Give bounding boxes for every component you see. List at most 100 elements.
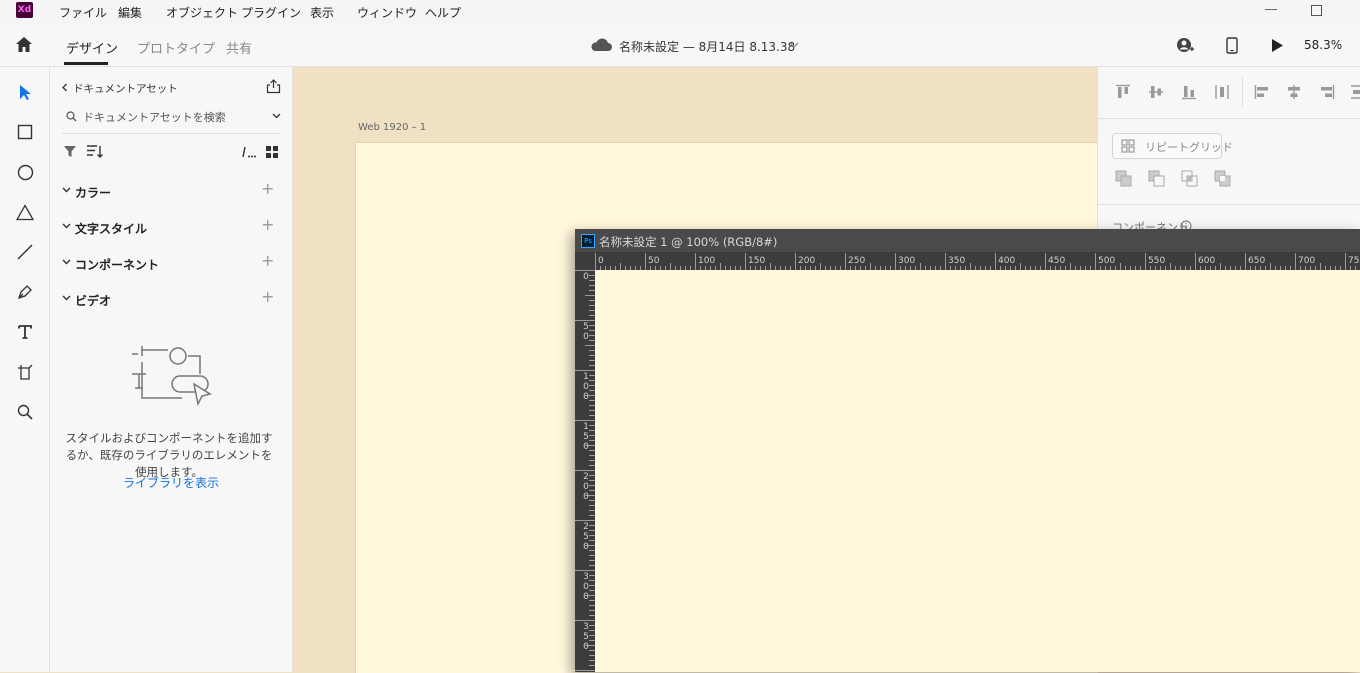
chevron-down-icon: [62, 223, 71, 229]
magnifier-icon: [17, 404, 33, 420]
rectangle-icon: [17, 124, 33, 140]
chevron-down-icon[interactable]: [272, 113, 281, 119]
ps-canvas[interactable]: [595, 270, 1360, 672]
menu-plugins[interactable]: プラグイン: [241, 4, 301, 21]
view-libraries-link[interactable]: ライブラリを表示: [50, 474, 292, 491]
text-tool[interactable]: [13, 320, 37, 344]
export-icon[interactable]: [266, 79, 281, 94]
ruler-label: 0: [583, 272, 589, 282]
zoom-tool[interactable]: [13, 400, 37, 424]
triangle-icon: [16, 203, 34, 220]
line-icon: [17, 244, 33, 260]
tab-design[interactable]: デザイン: [66, 38, 118, 57]
ruler-label: 250: [583, 522, 589, 552]
ruler-label: 400: [998, 256, 1016, 266]
home-icon[interactable]: [15, 36, 33, 53]
ruler-label: 200: [583, 472, 589, 502]
align-middle-icon[interactable]: [1148, 84, 1164, 100]
ruler-label: 350: [948, 256, 966, 266]
section-components[interactable]: コンポーネント +: [50, 251, 292, 273]
list-view-icon[interactable]: [241, 146, 257, 158]
artboard-tool[interactable]: [13, 360, 37, 384]
align-right-icon[interactable]: [1319, 84, 1335, 100]
active-tab-indicator: [64, 62, 108, 65]
align-bottom-icon[interactable]: [1181, 84, 1197, 100]
distribute-horizontal-icon[interactable]: [1214, 84, 1230, 100]
ruler-label: 0: [598, 256, 604, 266]
document-title[interactable]: 名称未設定 — 8月14日 8.13.38: [619, 38, 795, 55]
pen-icon: [17, 285, 32, 300]
chevron-down-icon: [62, 295, 71, 301]
divider: [1098, 118, 1360, 119]
toolbar: デザイン プロトタイプ 共有 名称未設定 — 8月14日 8.13.38 58.…: [0, 24, 1360, 67]
repeat-grid-label: リピートグリッド: [1145, 141, 1233, 154]
align-center-icon[interactable]: [1286, 84, 1302, 100]
line-tool[interactable]: [13, 240, 37, 264]
ps-titlebar[interactable]: Ps 名称未設定 1 @ 100% (RGB/8#): [575, 229, 1360, 253]
boolean-subtract-icon[interactable]: [1148, 170, 1165, 187]
ruler-label: 50: [583, 322, 589, 342]
artboard-icon: [18, 364, 33, 380]
boolean-intersect-icon[interactable]: [1181, 170, 1198, 187]
boolean-add-icon[interactable]: [1115, 170, 1132, 187]
menu-help[interactable]: ヘルプ: [425, 4, 461, 21]
pointer-icon: [20, 85, 31, 100]
maximize-icon[interactable]: [1311, 5, 1322, 16]
chevron-down-icon: [62, 187, 71, 193]
ruler-label: 200: [798, 256, 816, 266]
photoshop-document-window[interactable]: Ps 名称未設定 1 @ 100% (RGB/8#) 0 50 100 150 200 2…: [575, 229, 1360, 672]
sort-icon[interactable]: [86, 144, 103, 159]
play-icon[interactable]: [1271, 39, 1284, 52]
menu-window[interactable]: ウィンドウ: [357, 4, 417, 21]
vertical-ruler[interactable]: 0 50 100 150 200 250 300 350: [575, 270, 595, 672]
ps-document-title: 名称未設定 1 @ 100% (RGB/8#): [599, 235, 778, 249]
ruler-corner: [575, 253, 595, 270]
grid-view-icon[interactable]: [266, 146, 278, 158]
add-icon[interactable]: +: [261, 215, 274, 234]
ruler-label: 350: [583, 622, 589, 652]
section-character-styles[interactable]: 文字スタイル +: [50, 215, 292, 237]
menu-object[interactable]: オブジェクト: [166, 4, 238, 21]
rectangle-tool[interactable]: [13, 120, 37, 144]
polygon-tool[interactable]: [13, 200, 37, 224]
zoom-level[interactable]: 58.3%: [1304, 38, 1342, 52]
menu-file[interactable]: ファイル: [59, 4, 107, 21]
menu-edit[interactable]: 編集: [118, 4, 142, 21]
filter-icon[interactable]: [63, 145, 77, 158]
ruler-label: 100: [698, 256, 716, 266]
section-label: ビデオ: [75, 294, 112, 308]
chevron-left-icon[interactable]: [61, 83, 68, 92]
assets-back-label[interactable]: ドキュメントアセット: [73, 81, 178, 96]
ruler-label: 100: [583, 372, 589, 402]
align-top-icon[interactable]: [1115, 84, 1131, 100]
distribute-vertical-icon[interactable]: [1350, 84, 1360, 100]
horizontal-ruler[interactable]: 0 50 100 150 200 250 300 350 400 450 500 550 600 650 7…: [595, 253, 1360, 270]
select-tool[interactable]: [13, 80, 37, 104]
minimize-icon[interactable]: ―: [1265, 2, 1277, 16]
ruler-label: 700: [1298, 256, 1316, 266]
assets-empty-illustration-icon: [132, 346, 212, 407]
chevron-down-icon[interactable]: [789, 42, 799, 49]
add-icon[interactable]: +: [261, 287, 274, 306]
add-icon[interactable]: +: [261, 179, 274, 198]
device-preview-icon[interactable]: [1226, 37, 1238, 54]
menu-view[interactable]: 表示: [310, 4, 334, 21]
align-left-icon[interactable]: [1254, 84, 1270, 100]
boolean-exclude-icon[interactable]: [1214, 170, 1231, 187]
section-colors[interactable]: カラー +: [50, 179, 292, 201]
ruler-label: 150: [748, 256, 766, 266]
section-video[interactable]: ビデオ +: [50, 287, 292, 309]
artboard-label[interactable]: Web 1920 – 1: [358, 122, 426, 133]
ruler-label: 50: [648, 256, 660, 266]
repeat-grid-button[interactable]: リピートグリッド: [1112, 133, 1233, 159]
ruler-label: 450: [1048, 256, 1066, 266]
assets-search-input[interactable]: ドキュメントアセットを検索: [83, 109, 226, 125]
ellipse-tool[interactable]: [13, 160, 37, 184]
tab-share[interactable]: 共有: [226, 38, 252, 57]
add-icon[interactable]: +: [261, 251, 274, 270]
tab-prototype[interactable]: プロトタイプ: [137, 38, 215, 57]
invite-user-icon[interactable]: [1176, 37, 1194, 54]
pen-tool[interactable]: [13, 280, 37, 304]
tool-rail: [0, 67, 50, 672]
search-icon: [66, 111, 77, 122]
